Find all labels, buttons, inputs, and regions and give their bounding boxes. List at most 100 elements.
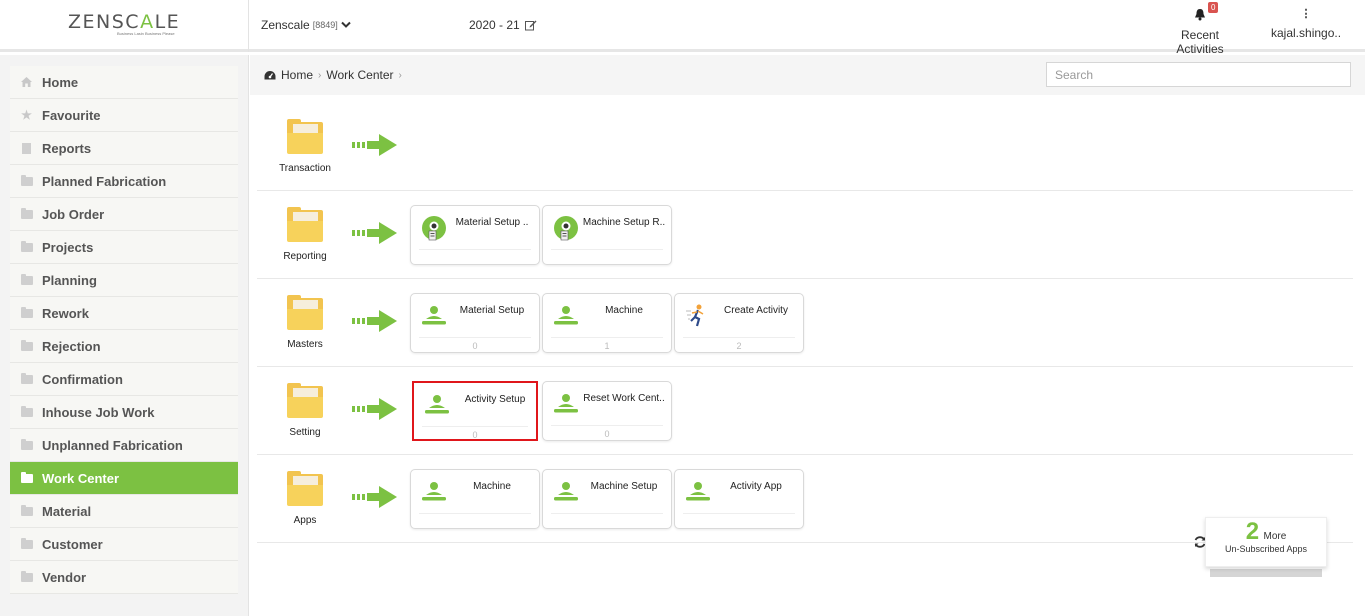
sidebar-item-reports[interactable]: Reports (10, 132, 238, 165)
app-card-reset-work-cent[interactable]: Reset Work Cent.. 0 (542, 381, 672, 441)
card-title: Activity App (730, 481, 782, 492)
financial-year: 2020 - 21 (469, 18, 520, 32)
section-setting: Setting Activity Setup 0 Reset Work Cent.. 0 (257, 367, 1353, 455)
sidebar-item-material[interactable]: Material (10, 495, 238, 528)
card-divider (419, 337, 531, 338)
breadcrumb: Home › Work Center › (264, 68, 402, 82)
file-icon (20, 142, 33, 154)
arrow-right-icon (352, 134, 397, 156)
report-person-icon (420, 215, 448, 241)
notification-badge: 0 (1208, 2, 1219, 13)
more-apps-shadow (1210, 569, 1322, 577)
section-reporting: Reporting Material Setup .. Machine Setup … (257, 191, 1353, 279)
top-header: ZENSCALE Business Lasin Business Please … (0, 0, 1365, 56)
sidebar-item-rework[interactable]: Rework (10, 297, 238, 330)
person-icon (552, 391, 580, 417)
person-icon (552, 479, 580, 505)
edit-icon[interactable] (524, 20, 537, 31)
section-folder[interactable]: Transaction (277, 119, 333, 174)
card-count: 2 (736, 341, 742, 351)
section-label: Setting (289, 427, 321, 438)
folder-icon (20, 207, 33, 220)
more-apps-label: More (1263, 531, 1287, 542)
more-apps-sublabel: Un-Subscribed Apps (1224, 544, 1308, 554)
sidebar-item-work-center[interactable]: Work Center (10, 462, 238, 495)
breadcrumb-bar: Home › Work Center › (250, 55, 1365, 95)
arrow-right-icon (352, 222, 397, 244)
app-card-machine-setup-r[interactable]: Machine Setup R.. (542, 205, 672, 265)
sidebar-menu: Home ★ Favourite Reports Planned Fabrication… (10, 66, 238, 594)
sidebar-item-unplanned-fabrication[interactable]: Unplanned Fabrication (10, 429, 238, 462)
company-selector[interactable]: Zenscale [8849] (261, 18, 351, 32)
app-card-material-setup[interactable]: Material Setup .. (410, 205, 540, 265)
search-input[interactable] (1046, 62, 1351, 87)
app-card-activity-setup[interactable]: Activity Setup 0 (412, 381, 538, 441)
card-divider (683, 337, 795, 338)
folder-icon (20, 339, 33, 352)
user-name: kajal.shingo.. (1271, 26, 1342, 40)
sidebar-item-confirmation[interactable]: Confirmation (10, 363, 238, 396)
card-divider (551, 249, 663, 250)
logo-area[interactable]: ZENSCALE Business Lasin Business Please (0, 0, 249, 52)
card-divider (551, 337, 663, 338)
sidebar-item-rejection[interactable]: Rejection (10, 330, 238, 363)
more-apps-card[interactable]: 2 More Un-Subscribed Apps (1205, 517, 1327, 567)
card-title: Machine (605, 305, 643, 316)
sidebar-item-favourite[interactable]: ★ Favourite (10, 99, 238, 132)
app-card-material-setup[interactable]: Material Setup 0 (410, 293, 540, 353)
sidebar-item-planned-fabrication[interactable]: Planned Fabrication (10, 165, 238, 198)
sidebar-item-label: Projects (42, 239, 94, 255)
section-folder[interactable]: Masters (277, 295, 333, 350)
card-divider (683, 513, 795, 514)
sidebar-item-home[interactable]: Home (10, 66, 238, 99)
card-divider (551, 513, 663, 514)
section-label: Apps (293, 515, 317, 526)
sidebar-item-planning[interactable]: Planning (10, 264, 238, 297)
recent-activities-button[interactable]: 0 Recent Activities (1157, 2, 1243, 56)
sidebar-item-label: Inhouse Job Work (42, 404, 155, 420)
sidebar-item-label: Reports (42, 140, 92, 156)
logo[interactable]: ZENSCALE (68, 11, 180, 33)
breadcrumb-current[interactable]: Work Center (326, 68, 393, 82)
user-menu[interactable]: ⋮ kajal.shingo.. (1271, 8, 1341, 40)
folder-icon (20, 438, 33, 451)
section-label: Masters (287, 339, 323, 350)
folder-icon (287, 471, 323, 507)
app-card-activity-app[interactable]: Activity App (674, 469, 804, 529)
more-vertical-icon[interactable]: ⋮ (1271, 8, 1341, 20)
breadcrumb-home[interactable]: Home (281, 68, 313, 82)
report-person-icon (552, 215, 580, 241)
sidebar-item-customer[interactable]: Customer (10, 528, 238, 561)
sidebar-item-inhouse-job-work[interactable]: Inhouse Job Work (10, 396, 238, 429)
star-icon: ★ (21, 108, 32, 122)
section-folder[interactable]: Reporting (277, 207, 333, 262)
folder-icon (20, 504, 33, 517)
sidebar-item-label: Work Center (42, 470, 120, 486)
app-card-machine[interactable]: Machine (410, 469, 540, 529)
section-folder[interactable]: Setting (277, 383, 333, 438)
sidebar-item-label: Rework (42, 305, 89, 321)
arrow-right-icon (352, 310, 397, 332)
folder-icon (287, 119, 323, 155)
card-title: Activity Setup (464, 394, 526, 405)
breadcrumb-separator: › (318, 69, 322, 81)
person-icon (684, 479, 712, 505)
section-folder[interactable]: Apps (277, 471, 333, 526)
card-title: Create Activity (724, 305, 788, 316)
sidebar-item-projects[interactable]: Projects (10, 231, 238, 264)
card-divider (419, 513, 531, 514)
card-title: Reset Work Cent.. (583, 393, 665, 404)
app-card-create-activity[interactable]: Create Activity 2 (674, 293, 804, 353)
card-title: Machine (473, 481, 511, 492)
person-icon (423, 392, 451, 418)
app-card-machine[interactable]: Machine 1 (542, 293, 672, 353)
app-card-machine-setup[interactable]: Machine Setup (542, 469, 672, 529)
sidebar-item-vendor[interactable]: Vendor (10, 561, 238, 594)
card-count: 1 (604, 341, 610, 351)
arrow-right-icon (352, 486, 397, 508)
card-title: Machine Setup R.. (582, 217, 666, 228)
sidebar-item-job-order[interactable]: Job Order (10, 198, 238, 231)
folder-icon (287, 383, 323, 419)
sidebar: Home ★ Favourite Reports Planned Fabrication… (0, 55, 249, 616)
financial-year-selector[interactable]: 2020 - 21 (469, 18, 537, 32)
